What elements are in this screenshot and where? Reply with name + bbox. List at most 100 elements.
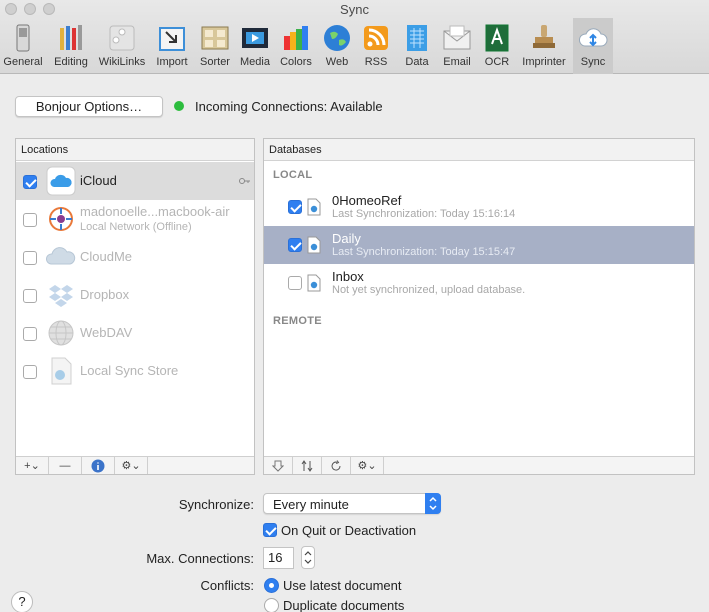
database-checkbox[interactable] xyxy=(288,238,302,252)
tab-wikilinks[interactable]: WikiLinks xyxy=(96,18,148,74)
location-name: Local Sync Store xyxy=(80,363,179,378)
use-latest-radio[interactable] xyxy=(264,578,279,593)
location-row-cloudme[interactable]: CloudMe xyxy=(16,238,254,276)
location-actions-button[interactable]: ⚙⌄ xyxy=(115,457,148,474)
tab-colors[interactable]: Colors xyxy=(275,18,317,74)
duplicate-documents-radio[interactable] xyxy=(264,598,279,612)
tab-colors-label: Colors xyxy=(280,56,312,68)
globe-icon xyxy=(324,25,350,51)
databases-header: Databases xyxy=(264,139,694,161)
tab-media[interactable]: Media xyxy=(237,18,273,74)
tab-imprinter[interactable]: Imprinter xyxy=(518,18,570,74)
tab-web[interactable]: Web xyxy=(319,18,355,74)
tab-ocr[interactable]: OCR xyxy=(478,18,516,74)
location-name: WebDAV xyxy=(80,325,133,340)
database-row-daily[interactable]: Daily Last Synchronization: Today 15:15:… xyxy=(264,226,694,264)
local-store-icon xyxy=(51,357,72,385)
on-quit-label: On Quit or Deactivation xyxy=(281,523,417,538)
bonjour-options-button[interactable]: Bonjour Options… xyxy=(15,96,163,117)
database-file-icon xyxy=(307,236,321,254)
database-row-inbox[interactable]: Inbox Not yet synchronized, upload datab… xyxy=(264,264,694,302)
tab-imprinter-label: Imprinter xyxy=(522,56,566,68)
refresh-icon xyxy=(331,459,341,471)
location-name: iCloud xyxy=(80,173,117,188)
locations-header: Locations xyxy=(16,139,254,161)
remove-icon: — xyxy=(59,459,71,472)
tab-email-label: Email xyxy=(443,56,471,68)
add-menu-icon: +⌄ xyxy=(24,460,40,472)
synchronize-popup[interactable]: Every minute xyxy=(263,493,441,514)
rss-icon xyxy=(364,26,388,50)
tab-import-label: Import xyxy=(156,56,188,68)
cloudme-icon xyxy=(46,247,76,265)
location-checkbox[interactable] xyxy=(23,327,37,341)
database-status: Not yet synchronized, upload database. xyxy=(332,284,526,296)
location-checkbox[interactable] xyxy=(23,251,37,265)
database-file-icon xyxy=(307,274,321,292)
tab-sync[interactable]: Sync xyxy=(573,18,613,74)
location-row-dropbox[interactable]: Dropbox xyxy=(16,276,254,314)
tab-sorter-label: Sorter xyxy=(200,56,230,68)
puzzle-icon xyxy=(109,25,135,51)
location-info-button[interactable] xyxy=(82,457,115,474)
max-connections-field[interactable]: 16 xyxy=(263,547,294,569)
location-row-webdav[interactable]: WebDAV xyxy=(16,314,254,352)
databases-panel: Databases LOCAL 0HomeoRef Last Synchroni… xyxy=(263,138,695,475)
locations-panel: Locations iCloud madonoelle...macbook-ai… xyxy=(15,138,255,475)
location-row-local-sync-store[interactable]: Local Sync Store xyxy=(16,352,254,390)
tab-data-label: Data xyxy=(405,56,429,68)
location-name: madonoelle...macbook-air xyxy=(80,204,230,219)
tab-sync-label: Sync xyxy=(580,56,606,68)
pencils-icon xyxy=(60,25,82,50)
status-indicator-icon xyxy=(174,101,184,111)
tab-rss[interactable]: RSS xyxy=(357,18,395,74)
database-checkbox[interactable] xyxy=(288,200,302,214)
database-actions-button[interactable]: ⚙⌄ xyxy=(351,457,384,474)
icloud-icon xyxy=(46,166,76,196)
tab-general[interactable]: General xyxy=(0,18,46,74)
location-name: Dropbox xyxy=(80,287,130,302)
data-sheet-icon xyxy=(407,25,427,51)
download-database-button[interactable] xyxy=(264,457,293,474)
tab-editing[interactable]: Editing xyxy=(48,18,94,74)
add-location-button[interactable]: +⌄ xyxy=(16,457,49,474)
title-toolbar: Sync General Editing WikiLinks Import So… xyxy=(0,0,709,74)
info-icon xyxy=(91,459,105,472)
location-checkbox[interactable] xyxy=(23,175,37,189)
webdav-globe-icon xyxy=(48,320,74,346)
tab-wikilinks-label: WikiLinks xyxy=(98,56,146,68)
tab-rss-label: RSS xyxy=(364,56,388,68)
help-button[interactable]: ? xyxy=(11,591,33,612)
incoming-connections-status: Incoming Connections: Available xyxy=(195,99,383,114)
synchronize-value: Every minute xyxy=(273,497,349,512)
tab-sorter[interactable]: Sorter xyxy=(194,18,236,74)
location-subtitle: Local Network (Offline) xyxy=(80,221,192,233)
tab-ocr-label: OCR xyxy=(484,56,510,68)
on-quit-checkbox[interactable] xyxy=(263,523,277,537)
database-row-0homeoref[interactable]: 0HomeoRef Last Synchronization: Today 15… xyxy=(264,188,694,226)
cloud-sync-icon xyxy=(579,28,608,47)
location-checkbox[interactable] xyxy=(23,213,37,227)
database-checkbox[interactable] xyxy=(288,276,302,290)
switch-icon xyxy=(16,24,30,52)
tab-import[interactable]: Import xyxy=(152,18,192,74)
location-checkbox[interactable] xyxy=(23,289,37,303)
tab-data[interactable]: Data xyxy=(397,18,437,74)
location-row-macbook[interactable]: madonoelle...macbook-air Local Network (… xyxy=(16,200,254,238)
max-connections-stepper[interactable] xyxy=(301,546,315,569)
gear-menu-icon: ⚙⌄ xyxy=(357,460,377,472)
refresh-databases-button[interactable] xyxy=(322,457,351,474)
sync-arrows-icon xyxy=(301,459,313,472)
envelope-icon xyxy=(443,25,471,50)
sync-database-button[interactable] xyxy=(293,457,322,474)
database-name: Daily xyxy=(332,231,361,246)
max-connections-label: Max. Connections: xyxy=(146,551,254,566)
ocr-letter-icon xyxy=(485,24,509,52)
tab-email[interactable]: Email xyxy=(438,18,476,74)
remove-location-button[interactable]: — xyxy=(49,457,82,474)
database-name: Inbox xyxy=(332,269,364,284)
location-checkbox[interactable] xyxy=(23,365,37,379)
use-latest-label: Use latest document xyxy=(283,578,402,593)
location-row-icloud[interactable]: iCloud xyxy=(16,162,254,200)
bonjour-icon xyxy=(49,207,73,231)
